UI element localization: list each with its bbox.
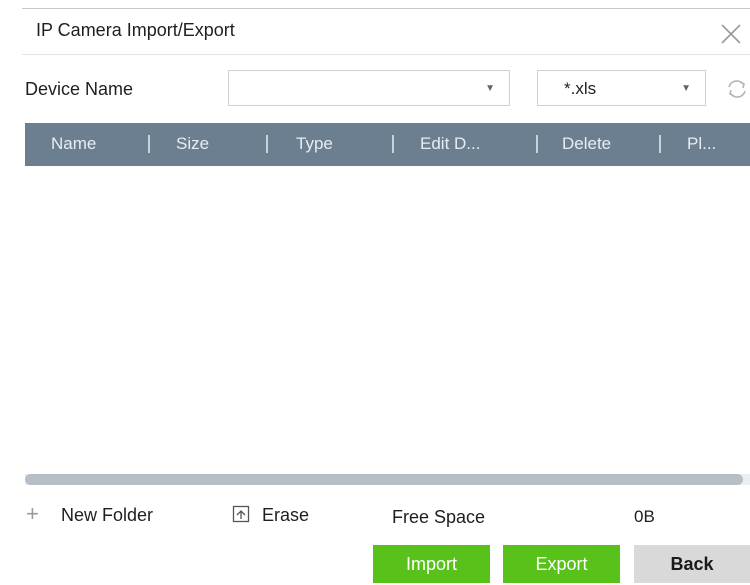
back-button[interactable]: Back: [634, 545, 750, 583]
chevron-down-icon: ▼: [485, 83, 495, 94]
erase-icon[interactable]: [232, 505, 250, 523]
ip-camera-import-export-dialog: IP Camera Import/Export Device Name ▼ *.…: [0, 0, 750, 585]
column-header-size[interactable]: Size: [176, 134, 209, 154]
file-table-header: Name Size Type Edit D... Delete Pl...: [25, 123, 750, 166]
column-header-edit-date[interactable]: Edit D...: [420, 134, 480, 154]
column-header-delete[interactable]: Delete: [562, 134, 611, 154]
import-button[interactable]: Import: [373, 545, 490, 583]
file-table-body: [25, 166, 750, 466]
column-divider: [148, 135, 150, 153]
new-folder-button[interactable]: New Folder: [61, 505, 153, 529]
horizontal-scrollbar-thumb[interactable]: [25, 474, 743, 485]
file-extension-select[interactable]: *.xls ▼: [537, 70, 706, 106]
close-button[interactable]: [717, 20, 745, 48]
chevron-down-icon: ▼: [681, 83, 691, 94]
erase-button[interactable]: Erase: [262, 505, 309, 529]
device-name-select[interactable]: ▼: [228, 70, 510, 106]
refresh-icon[interactable]: [724, 78, 750, 100]
column-header-type[interactable]: Type: [296, 134, 333, 154]
plus-icon[interactable]: +: [26, 503, 39, 525]
export-button[interactable]: Export: [503, 545, 620, 583]
free-space-value: 0B: [634, 507, 655, 526]
column-header-play[interactable]: Pl...: [687, 134, 716, 154]
file-extension-value: *.xls: [564, 79, 597, 98]
top-divider: [22, 8, 750, 9]
dialog-title: IP Camera Import/Export: [36, 20, 235, 40]
column-divider: [392, 135, 394, 153]
title-divider: [22, 54, 750, 55]
close-icon: [721, 24, 741, 44]
column-divider: [266, 135, 268, 153]
column-divider: [659, 135, 661, 153]
column-divider: [536, 135, 538, 153]
device-name-label: Device Name: [25, 79, 134, 99]
free-space-label: Free Space: [392, 507, 486, 527]
column-header-name[interactable]: Name: [51, 134, 96, 154]
